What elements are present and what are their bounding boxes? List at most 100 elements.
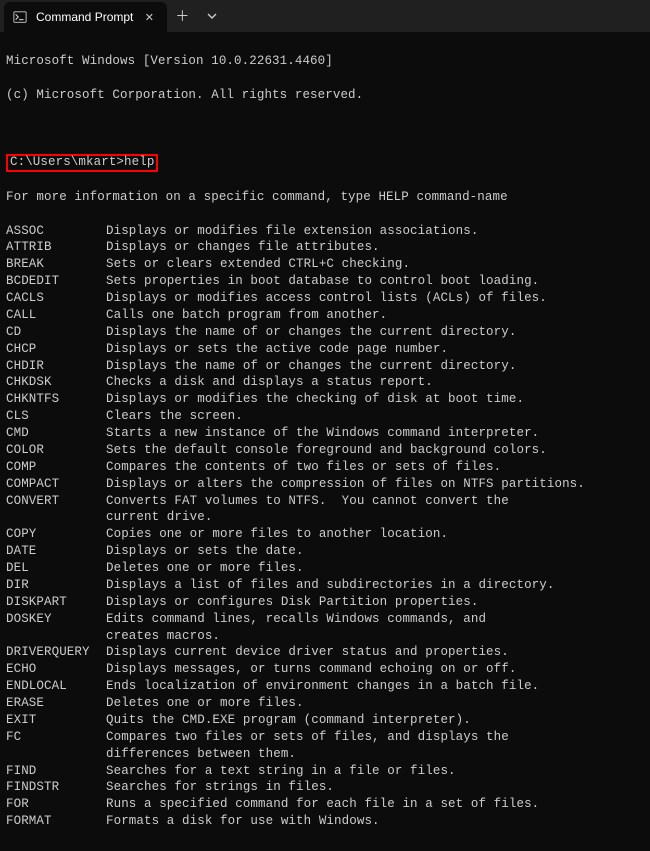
command-desc: Displays the name of or changes the curr… <box>106 324 644 341</box>
command-desc: Displays a list of files and subdirector… <box>106 577 644 594</box>
command-desc: Displays or modifies the checking of dis… <box>106 391 644 408</box>
command-name: DOSKEY <box>6 611 106 628</box>
command-desc: current drive. <box>106 509 644 526</box>
command-row: FORRuns a specified command for each fil… <box>6 796 644 813</box>
command-name <box>6 746 106 763</box>
title-bar: Command Prompt ✕ ＋ <box>0 0 650 32</box>
command-desc: Sets or clears extended CTRL+C checking. <box>106 256 644 273</box>
command-name: COMPACT <box>6 476 106 493</box>
command-row: CONVERTConverts FAT volumes to NTFS. You… <box>6 493 644 510</box>
command-desc: Displays or alters the compression of fi… <box>106 476 644 493</box>
command-row: EXITQuits the CMD.EXE program (command i… <box>6 712 644 729</box>
command-desc: Displays messages, or turns command echo… <box>106 661 644 678</box>
command-desc: Displays or modifies access control list… <box>106 290 644 307</box>
command-desc: Deletes one or more files. <box>106 695 644 712</box>
command-name: CMD <box>6 425 106 442</box>
command-name: FORMAT <box>6 813 106 830</box>
command-row: DOSKEYEdits command lines, recalls Windo… <box>6 611 644 628</box>
command-row: BCDEDITSets properties in boot database … <box>6 273 644 290</box>
command-name: CACLS <box>6 290 106 307</box>
command-row: CHKDSKChecks a disk and displays a statu… <box>6 374 644 391</box>
command-row: current drive. <box>6 509 644 526</box>
command-row: CMDStarts a new instance of the Windows … <box>6 425 644 442</box>
command-desc: Converts FAT volumes to NTFS. You cannot… <box>106 493 644 510</box>
prompt-line: C:\Users\mkart>help <box>6 154 644 172</box>
command-row: DRIVERQUERYDisplays current device drive… <box>6 644 644 661</box>
command-name: ERASE <box>6 695 106 712</box>
command-desc: Displays or sets the active code page nu… <box>106 341 644 358</box>
command-desc: Displays or sets the date. <box>106 543 644 560</box>
command-row: differences between them. <box>6 746 644 763</box>
command-row: CHKNTFSDisplays or modifies the checking… <box>6 391 644 408</box>
command-name <box>6 509 106 526</box>
command-name: DRIVERQUERY <box>6 644 106 661</box>
command-row: COLORSets the default console foreground… <box>6 442 644 459</box>
command-name: ENDLOCAL <box>6 678 106 695</box>
command-desc: Edits command lines, recalls Windows com… <box>106 611 644 628</box>
command-row: ENDLOCALEnds localization of environment… <box>6 678 644 695</box>
command-name: ECHO <box>6 661 106 678</box>
command-name: DATE <box>6 543 106 560</box>
command-name: CHCP <box>6 341 106 358</box>
command-row: ERASEDeletes one or more files. <box>6 695 644 712</box>
command-row: FINDSTRSearches for strings in files. <box>6 779 644 796</box>
command-row: CDDisplays the name of or changes the cu… <box>6 324 644 341</box>
command-desc: Sets properties in boot database to cont… <box>106 273 644 290</box>
close-icon[interactable]: ✕ <box>141 9 157 25</box>
command-name: COMP <box>6 459 106 476</box>
command-row: DIRDisplays a list of files and subdirec… <box>6 577 644 594</box>
terminal-output[interactable]: Microsoft Windows [Version 10.0.22631.44… <box>0 32 650 851</box>
command-list: ASSOCDisplays or modifies file extension… <box>6 223 644 831</box>
command-row: FORMATFormats a disk for use with Window… <box>6 813 644 830</box>
command-desc: Clears the screen. <box>106 408 644 425</box>
command-desc: Starts a new instance of the Windows com… <box>106 425 644 442</box>
command-name: BCDEDIT <box>6 273 106 290</box>
tab-dropdown-button[interactable] <box>197 1 227 31</box>
command-desc: Displays current device driver status an… <box>106 644 644 661</box>
command-row: creates macros. <box>6 628 644 645</box>
command-name: CLS <box>6 408 106 425</box>
command-desc: Ends localization of environment changes… <box>106 678 644 695</box>
command-desc: differences between them. <box>106 746 644 763</box>
tab-label: Command Prompt <box>36 10 133 24</box>
command-name: EXIT <box>6 712 106 729</box>
command-desc: Displays or configures Disk Partition pr… <box>106 594 644 611</box>
command-name: COPY <box>6 526 106 543</box>
command-desc: Quits the CMD.EXE program (command inter… <box>106 712 644 729</box>
command-row: DATEDisplays or sets the date. <box>6 543 644 560</box>
command-name: FIND <box>6 763 106 780</box>
command-name: CHKNTFS <box>6 391 106 408</box>
command-name <box>6 628 106 645</box>
command-name: CALL <box>6 307 106 324</box>
command-name: DEL <box>6 560 106 577</box>
command-name: CD <box>6 324 106 341</box>
command-row: ECHODisplays messages, or turns command … <box>6 661 644 678</box>
command-desc: Compares the contents of two files or se… <box>106 459 644 476</box>
command-desc: Calls one batch program from another. <box>106 307 644 324</box>
command-desc: creates macros. <box>106 628 644 645</box>
command-row: COPYCopies one or more files to another … <box>6 526 644 543</box>
command-name: ASSOC <box>6 223 106 240</box>
command-row: ATTRIBDisplays or changes file attribute… <box>6 239 644 256</box>
banner-line-1: Microsoft Windows [Version 10.0.22631.44… <box>6 53 644 70</box>
command-name: DIR <box>6 577 106 594</box>
tab-command-prompt[interactable]: Command Prompt ✕ <box>4 2 167 32</box>
command-name: FC <box>6 729 106 746</box>
command-desc: Displays or modifies file extension asso… <box>106 223 644 240</box>
command-name: FOR <box>6 796 106 813</box>
command-desc: Displays the name of or changes the curr… <box>106 358 644 375</box>
command-desc: Checks a disk and displays a status repo… <box>106 374 644 391</box>
highlighted-command: C:\Users\mkart>help <box>6 154 158 172</box>
blank-line <box>6 120 644 137</box>
command-name: BREAK <box>6 256 106 273</box>
prompt-command: help <box>124 155 154 169</box>
command-name: COLOR <box>6 442 106 459</box>
command-desc: Searches for strings in files. <box>106 779 644 796</box>
banner-line-2: (c) Microsoft Corporation. All rights re… <box>6 87 644 104</box>
command-name: DISKPART <box>6 594 106 611</box>
command-name: FINDSTR <box>6 779 106 796</box>
command-name: CHKDSK <box>6 374 106 391</box>
command-desc: Copies one or more files to another loca… <box>106 526 644 543</box>
new-tab-button[interactable]: ＋ <box>167 1 197 31</box>
command-row: ASSOCDisplays or modifies file extension… <box>6 223 644 240</box>
